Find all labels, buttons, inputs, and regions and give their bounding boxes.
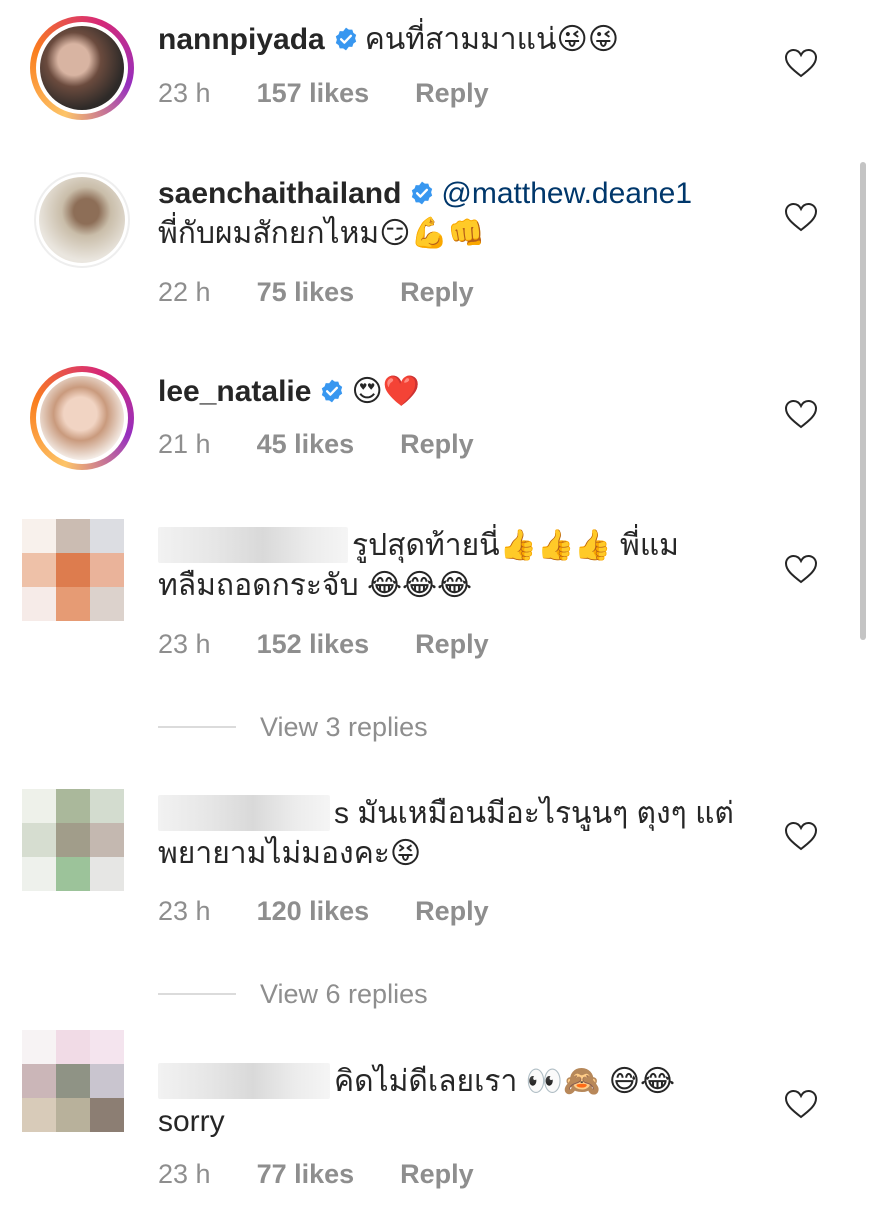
comment-time: 23 h — [158, 896, 211, 926]
heart-icon[interactable] — [784, 399, 818, 429]
verified-badge-icon — [335, 27, 356, 51]
comment-likes[interactable]: 75 likes — [257, 275, 355, 309]
comment-text: saenchaithailand @matthew.deane1 — [158, 174, 758, 214]
blurred-username[interactable] — [158, 795, 330, 831]
avatar-photo — [40, 26, 124, 110]
reply-button[interactable]: Reply — [400, 427, 474, 461]
verified-badge-icon — [412, 181, 433, 205]
comment-body: s มันเหมือนมีอะไรนูนๆ ตุงๆ แต่ — [334, 797, 734, 830]
avatar[interactable] — [22, 519, 124, 621]
comment-body: คิดไม่ดีเลยเรา 👀🙈 😅😂 — [334, 1065, 676, 1098]
comment-body: พี่กับผมสักยกไหม😏💪👊 — [158, 217, 486, 250]
comment-body: รูปสุดท้ายนี่👍👍👍 พี่แม — [352, 529, 679, 562]
heart-icon[interactable] — [784, 48, 818, 78]
blurred-username[interactable] — [158, 1063, 330, 1099]
avatar[interactable] — [22, 1030, 124, 1132]
avatar-photo — [39, 177, 125, 263]
comment-body: sorry — [158, 1105, 225, 1138]
reply-button[interactable]: Reply — [415, 894, 489, 928]
comment-username[interactable]: nannpiyada — [158, 23, 325, 56]
comment-body: พยายามไม่มองคะ😝 — [158, 837, 422, 870]
mention-link[interactable]: @matthew.deane1 — [441, 177, 692, 210]
comment-likes[interactable]: 157 likes — [257, 76, 370, 110]
comment-meta: 23 h 152 likes Reply — [158, 627, 489, 661]
comment-likes[interactable]: 45 likes — [257, 427, 355, 461]
view-replies-button[interactable]: View 6 replies — [158, 977, 428, 1011]
comment-body: 😍❤️ — [351, 375, 421, 408]
comment-time: 22 h — [158, 277, 211, 307]
heart-icon[interactable] — [784, 554, 818, 584]
comment-meta: 22 h 75 likes Reply — [158, 275, 474, 309]
comment-text: nannpiyada คนที่สามมาแน่😜😜 — [158, 20, 758, 60]
comment-username[interactable]: lee_natalie — [158, 375, 311, 408]
avatar-photo — [40, 376, 124, 460]
view-replies-label: View 3 replies — [260, 712, 428, 742]
avatar[interactable] — [30, 16, 134, 120]
comment-time: 23 h — [158, 78, 211, 108]
reply-button[interactable]: Reply — [400, 275, 474, 309]
reply-button[interactable]: Reply — [415, 627, 489, 661]
comment-text: คิดไม่ดีเลยเรา 👀🙈 😅😂 — [158, 1062, 758, 1102]
comment-meta: 21 h 45 likes Reply — [158, 427, 474, 461]
scrollbar[interactable] — [860, 162, 866, 640]
comment-text: รูปสุดท้ายนี่👍👍👍 พี่แม — [158, 526, 758, 566]
comment-time: 23 h — [158, 1159, 211, 1189]
comment-time: 23 h — [158, 629, 211, 659]
avatar[interactable] — [34, 172, 130, 268]
heart-icon[interactable] — [784, 1089, 818, 1119]
comment-username[interactable]: saenchaithailand — [158, 177, 401, 210]
verified-badge-icon — [322, 379, 343, 403]
comment-meta: 23 h 120 likes Reply — [158, 894, 489, 928]
avatar[interactable] — [30, 366, 134, 470]
avatar[interactable] — [22, 789, 124, 891]
divider-line — [158, 993, 236, 995]
comment-time: 21 h — [158, 429, 211, 459]
heart-icon[interactable] — [784, 821, 818, 851]
comment-text: lee_natalie 😍❤️ — [158, 372, 758, 412]
heart-icon[interactable] — [784, 202, 818, 232]
blurred-username[interactable] — [158, 527, 348, 563]
comment-likes[interactable]: 152 likes — [257, 627, 370, 661]
comment-meta: 23 h 77 likes Reply — [158, 1157, 474, 1191]
comment-meta: 23 h 157 likes Reply — [158, 76, 489, 110]
reply-button[interactable]: Reply — [400, 1157, 474, 1191]
reply-button[interactable]: Reply — [415, 76, 489, 110]
comment-body: คนที่สามมาแน่😜😜 — [364, 23, 619, 56]
comment-likes[interactable]: 77 likes — [257, 1157, 355, 1191]
comment-body: ทลืมถอดกระจับ 😂😂😂 — [158, 569, 473, 602]
comment-text: s มันเหมือนมีอะไรนูนๆ ตุงๆ แต่ — [158, 794, 758, 834]
comment-likes[interactable]: 120 likes — [257, 894, 370, 928]
divider-line — [158, 726, 236, 728]
view-replies-button[interactable]: View 3 replies — [158, 710, 428, 744]
view-replies-label: View 6 replies — [260, 979, 428, 1009]
